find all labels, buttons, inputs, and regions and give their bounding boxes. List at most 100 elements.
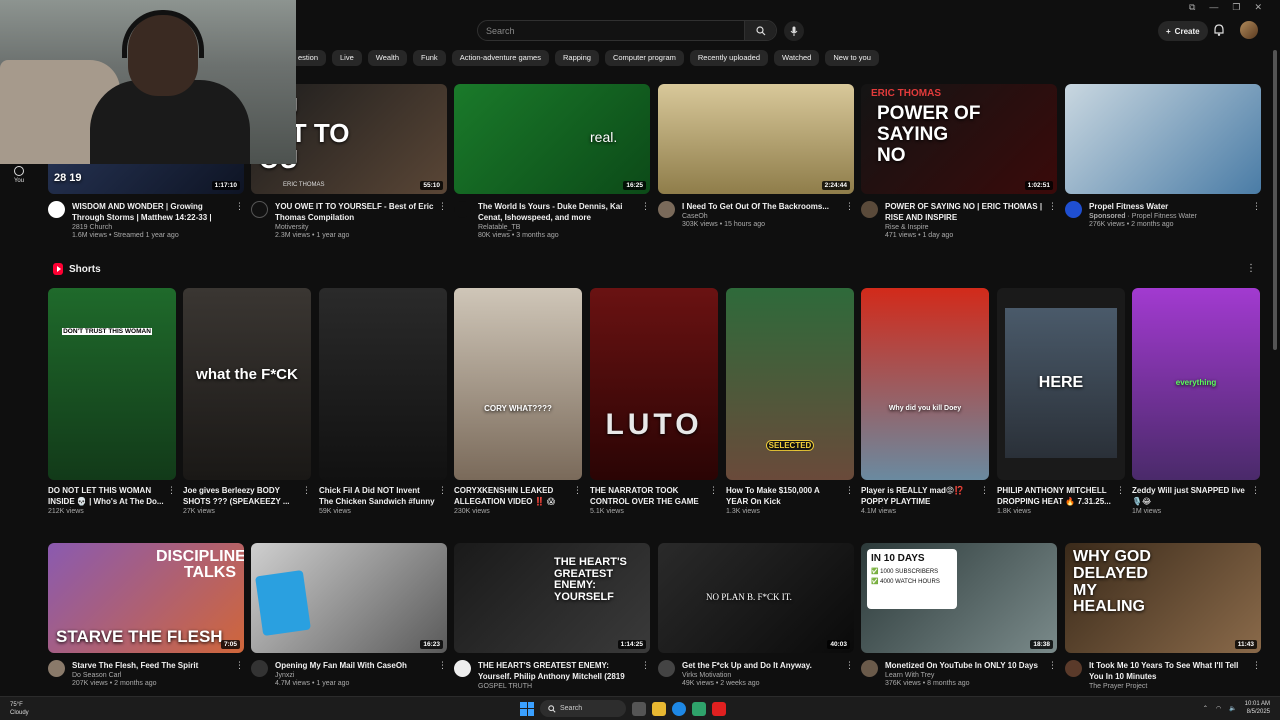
more-options-icon[interactable]: ⋮ — [845, 201, 854, 212]
more-options-icon[interactable]: ⋮ — [438, 485, 447, 496]
short-card[interactable]: CORY WHAT???? CORYXKENSHIN LEAKED ALLEGA… — [454, 288, 582, 515]
short-card[interactable]: Chick Fil A Did NOT Invent The Chicken S… — [319, 288, 447, 515]
short-thumbnail[interactable]: everything — [1132, 288, 1260, 480]
more-options-icon[interactable]: ⋮ — [845, 660, 854, 671]
voice-search-button[interactable] — [784, 21, 804, 41]
chip-2[interactable]: Wealth — [367, 50, 407, 66]
channel-avatar[interactable] — [1065, 660, 1082, 677]
channel-name[interactable]: CaseOh — [682, 213, 842, 220]
short-thumbnail[interactable]: SELECTED — [726, 288, 854, 480]
channel-avatar[interactable] — [251, 201, 268, 218]
channel-avatar[interactable] — [48, 660, 65, 677]
short-thumbnail[interactable]: CORY WHAT???? — [454, 288, 582, 480]
minimize-icon[interactable]: — — [1209, 2, 1218, 13]
video-title[interactable]: Monetized On YouTube In ONLY 10 Days — [885, 660, 1045, 671]
more-options-icon[interactable]: ⋮ — [1251, 485, 1260, 496]
tray-chevron-icon[interactable]: ⌃ — [1203, 705, 1208, 712]
taskbar-clock[interactable]: 10:01 AM 8/5/2025 — [1245, 700, 1270, 716]
video-thumbnail[interactable]: NO PLAN B. F*CK IT. 40:03 — [658, 543, 854, 653]
channel-name[interactable]: Do Season Carl — [72, 672, 232, 679]
weather-widget[interactable]: 75°F Cloudy — [10, 701, 29, 717]
video-card[interactable]: DISCIPLINE TALKS STARVE THE FLESH 7:05 S… — [48, 543, 244, 687]
channel-avatar[interactable] — [658, 201, 675, 218]
more-options-icon[interactable]: ⋮ — [235, 660, 244, 671]
short-title[interactable]: Chick Fil A Did NOT Invent The Chicken S… — [319, 485, 435, 507]
short-thumbnail[interactable]: DON'T TRUST THIS WOMAN — [48, 288, 176, 480]
channel-avatar[interactable] — [454, 660, 471, 677]
video-title[interactable]: YOU OWE IT TO YOURSELF - Best of Eric Th… — [275, 201, 435, 223]
short-card[interactable]: HERE PHILIP ANTHONY MITCHELL DROPPING HE… — [997, 288, 1125, 515]
more-options-icon[interactable]: ⋮ — [980, 485, 989, 496]
chip-1[interactable]: Live — [332, 50, 362, 66]
video-thumbnail[interactable]: IN 10 DAYS ✅ 1000 SUBSCRIBERS ✅ 4000 WAT… — [861, 543, 1057, 653]
search-input[interactable] — [478, 21, 743, 40]
notifications-bell-icon[interactable] — [1212, 23, 1226, 37]
extensions-icon[interactable]: ⧉ — [1189, 2, 1195, 13]
more-options-icon[interactable]: ⋮ — [1048, 660, 1057, 671]
taskbar-search[interactable]: Search — [540, 700, 626, 717]
video-thumbnail[interactable]: DISCIPLINE TALKS STARVE THE FLESH 7:05 — [48, 543, 244, 653]
channel-name[interactable]: Propel Fitness Water — [1132, 213, 1197, 220]
task-view-icon[interactable] — [632, 701, 646, 716]
chip-4[interactable]: Action-adventure games — [451, 50, 549, 66]
more-options-icon[interactable]: ⋮ — [302, 485, 311, 496]
channel-avatar[interactable] — [251, 660, 268, 677]
sidebar-item-you[interactable]: You — [8, 166, 30, 184]
short-thumbnail[interactable]: HERE — [997, 288, 1125, 480]
create-button[interactable]: + Create — [1158, 21, 1208, 41]
video-title[interactable]: Opening My Fan Mail With CaseOh — [275, 660, 435, 671]
channel-name[interactable]: Jynxzi — [275, 672, 435, 679]
more-options-icon[interactable]: ⋮ — [1116, 485, 1125, 496]
wifi-icon[interactable]: ◠ — [1216, 705, 1221, 712]
short-title[interactable]: Zeddy Will just SNAPPED live 🎙️😂 — [1132, 485, 1248, 507]
channel-name[interactable]: Relatable_TB — [478, 224, 638, 231]
ad-thumbnail[interactable] — [1065, 84, 1261, 194]
volume-icon[interactable]: 🔈 — [1229, 705, 1236, 712]
channel-avatar[interactable] — [658, 660, 675, 677]
more-options-icon[interactable]: ⋮ — [438, 660, 447, 671]
more-options-icon[interactable]: ⋮ — [709, 485, 718, 496]
short-title[interactable]: CORYXKENSHIN LEAKED ALLEGATION VIDEO ‼️ … — [454, 485, 570, 507]
chip-5[interactable]: Rapping — [554, 50, 599, 66]
close-icon[interactable]: ✕ — [1254, 2, 1262, 13]
video-title[interactable]: THE HEART'S GREATEST ENEMY: Yourself. Ph… — [478, 660, 638, 682]
short-card[interactable]: DON'T TRUST THIS WOMAN DO NOT LET THIS W… — [48, 288, 176, 515]
video-card[interactable]: NO PLAN B. F*CK IT. 40:03 Get the F*ck U… — [658, 543, 854, 687]
page-scrollbar[interactable] — [1273, 50, 1277, 350]
channel-name[interactable]: Rise & Inspire — [885, 224, 1045, 231]
channel-name[interactable]: Motiversity — [275, 224, 435, 231]
video-title[interactable]: The World Is Yours - Duke Dennis, Kai Ce… — [478, 201, 638, 223]
video-title[interactable]: Starve The Flesh, Feed The Spirit — [72, 660, 232, 671]
chip-3[interactable]: Funk — [413, 50, 446, 66]
channel-avatar[interactable] — [861, 660, 878, 677]
short-title[interactable]: THE NARRATOR TOOK CONTROL OVER THE GAME … — [590, 485, 706, 507]
video-card[interactable]: IN 10 DAYS ✅ 1000 SUBSCRIBERS ✅ 4000 WAT… — [861, 543, 1057, 687]
more-options-icon[interactable]: ⋮ — [845, 485, 854, 496]
video-card[interactable]: 2:24:44 I Need To Get Out Of The Backroo… — [658, 84, 854, 228]
short-title[interactable]: Joe gives Berleezy BODY SHOTS ??? (SPEAK… — [183, 485, 299, 507]
channel-name[interactable]: Learn With Trey — [885, 672, 1045, 679]
short-thumbnail[interactable]: what the F*CK — [183, 288, 311, 480]
restore-icon[interactable]: ❐ — [1232, 2, 1240, 13]
youtube-app-icon[interactable] — [712, 701, 726, 716]
more-options-icon[interactable]: ⋮ — [1048, 201, 1057, 212]
short-card[interactable]: what the F*CK Joe gives Berleezy BODY SH… — [183, 288, 311, 515]
more-options-icon[interactable]: ⋮ — [438, 201, 447, 212]
channel-name[interactable]: 2819 Church — [72, 224, 232, 231]
channel-avatar[interactable] — [1065, 201, 1082, 218]
video-card[interactable]: ERIC THOMAS POWER OF SAYING NO 1:02:51 P… — [861, 84, 1057, 239]
channel-avatar[interactable] — [48, 201, 65, 218]
more-options-icon[interactable]: ⋮ — [641, 660, 650, 671]
video-title[interactable]: I Need To Get Out Of The Backrooms... — [682, 201, 842, 212]
video-title[interactable]: WISDOM AND WONDER | Growing Through Stor… — [72, 201, 232, 223]
chip-8[interactable]: Watched — [774, 50, 820, 66]
short-title[interactable]: Player is REALLY mad😡⁉️ POPPY PLAYTIME C… — [861, 485, 977, 507]
video-card[interactable]: real. 16:25 The World Is Yours - Duke De… — [454, 84, 650, 239]
ad-card[interactable]: Propel Fitness Water Sponsored · Propel … — [1065, 84, 1261, 228]
chip-6[interactable]: Computer program — [604, 50, 684, 66]
channel-name[interactable]: GOSPEL TRUTH — [478, 683, 638, 690]
windows-start-icon[interactable] — [520, 701, 534, 716]
more-options-icon[interactable]: ⋮ — [1246, 263, 1256, 274]
video-card[interactable]: WHY GOD DELAYED MY HEALING 11:43 It Took… — [1065, 543, 1261, 690]
ad-title[interactable]: Propel Fitness Water — [1089, 201, 1249, 212]
